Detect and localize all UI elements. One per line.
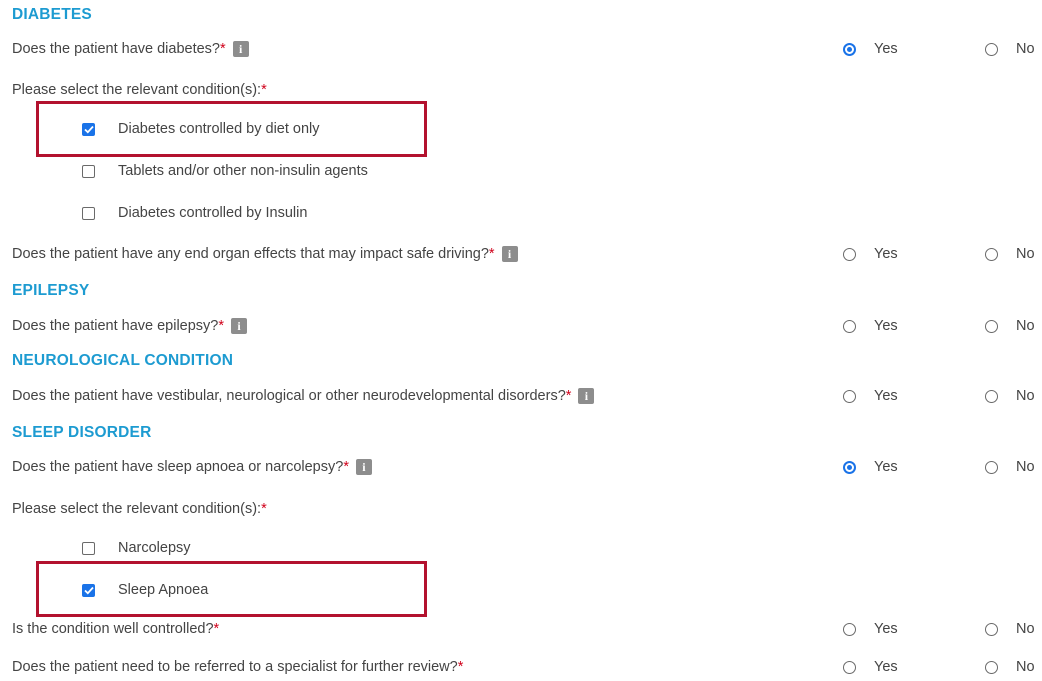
required-marker: * (213, 621, 220, 637)
required-marker: * (261, 82, 267, 98)
radio-diabetes-yes[interactable]: Yes (843, 41, 898, 57)
radio-label: Yes (874, 246, 898, 262)
radio-label: No (1016, 41, 1035, 57)
radio-referral-yes[interactable]: Yes (843, 659, 898, 675)
radio-label: No (1016, 246, 1035, 262)
radio-button[interactable] (985, 42, 998, 56)
question-has-diabetes: Does the patient have diabetes? * i (12, 41, 249, 57)
required-marker: * (343, 459, 349, 475)
select-label-text: Please select the relevant condition(s): (12, 501, 262, 517)
info-icon[interactable]: i (578, 388, 595, 404)
checkbox-narcolepsy[interactable]: Narcolepsy (82, 540, 191, 556)
radio-button[interactable] (985, 622, 998, 636)
question-neurological: Does the patient have vestibular, neurol… (12, 388, 595, 404)
info-icon[interactable]: i (232, 41, 249, 57)
radio-label: No (1016, 388, 1035, 404)
highlight-box-diet-only (36, 101, 427, 157)
select-label-text: Please select the relevant condition(s): (12, 82, 262, 98)
question-text: Does the patient have diabetes? (12, 41, 220, 57)
radio-sleep-yes[interactable]: Yes (843, 459, 898, 475)
radio-epilepsy-yes[interactable]: Yes (843, 318, 898, 334)
radio-button[interactable] (985, 460, 998, 474)
radio-controlled-no[interactable]: No (985, 621, 1035, 637)
radio-label: No (1016, 659, 1035, 675)
question-sleep-apnoea-narcolepsy: Does the patient have sleep apnoea or na… (12, 459, 372, 475)
question-text: Does the patient have vestibular, neurol… (12, 388, 566, 404)
section-title-epilepsy: EPILEPSY (12, 282, 90, 299)
required-marker: * (565, 388, 572, 404)
checkbox-label: Tablets and/or other non-insulin agents (118, 163, 368, 179)
radio-button[interactable] (985, 247, 998, 261)
radio-controlled-yes[interactable]: Yes (843, 621, 898, 637)
radio-button[interactable] (843, 660, 856, 674)
radio-referral-no[interactable]: No (985, 659, 1035, 675)
question-text: Does the patient have epilepsy? (12, 318, 219, 334)
checkbox-tablets[interactable]: Tablets and/or other non-insulin agents (82, 163, 368, 179)
section-title-sleep: SLEEP DISORDER (12, 424, 152, 441)
radio-button[interactable] (985, 319, 998, 333)
radio-label: Yes (874, 621, 898, 637)
question-text: Does the patient have any end organ effe… (12, 246, 489, 262)
required-marker: * (261, 501, 267, 517)
radio-label: No (1016, 318, 1035, 334)
section-title-diabetes: DIABETES (12, 6, 92, 23)
checkbox[interactable] (82, 164, 95, 178)
info-icon[interactable]: i (231, 318, 248, 334)
radio-end-organ-yes[interactable]: Yes (843, 246, 898, 262)
radio-label: No (1016, 621, 1035, 637)
question-text: Is the condition well controlled? (12, 621, 214, 637)
radio-label: No (1016, 459, 1035, 475)
section-title-neurological: NEUROLOGICAL CONDITION (12, 352, 234, 369)
radio-sleep-no[interactable]: No (985, 459, 1035, 475)
info-icon[interactable]: i (501, 246, 518, 262)
radio-end-organ-no[interactable]: No (985, 246, 1035, 262)
checkbox[interactable] (82, 206, 95, 220)
select-conditions-label-sleep: Please select the relevant condition(s):… (12, 501, 267, 517)
checkbox-label: Narcolepsy (118, 540, 191, 556)
radio-button[interactable] (985, 660, 998, 674)
radio-label: Yes (874, 318, 898, 334)
select-conditions-label-diabetes: Please select the relevant condition(s):… (12, 82, 267, 98)
required-marker: * (488, 246, 495, 262)
required-marker: * (219, 41, 226, 57)
question-well-controlled: Is the condition well controlled? * (12, 621, 219, 637)
radio-button[interactable] (843, 622, 856, 636)
radio-button[interactable] (843, 247, 856, 261)
question-text: Does the patient have sleep apnoea or na… (12, 459, 344, 475)
radio-button[interactable] (843, 389, 856, 403)
checkbox-label: Diabetes controlled by Insulin (118, 205, 308, 221)
radio-label: Yes (874, 388, 898, 404)
radio-label: Yes (874, 459, 898, 475)
radio-neuro-no[interactable]: No (985, 388, 1035, 404)
required-marker: * (457, 659, 464, 675)
question-specialist-referral: Does the patient need to be referred to … (12, 659, 463, 675)
highlight-box-sleep-apnoea (36, 561, 427, 617)
radio-diabetes-no[interactable]: No (985, 41, 1035, 57)
radio-neuro-yes[interactable]: Yes (843, 388, 898, 404)
info-icon[interactable]: i (355, 459, 372, 475)
radio-label: Yes (874, 41, 898, 57)
radio-button[interactable] (843, 42, 856, 56)
checkbox[interactable] (82, 541, 95, 555)
radio-label: Yes (874, 659, 898, 675)
question-end-organ-effects: Does the patient have any end organ effe… (12, 246, 518, 262)
radio-epilepsy-no[interactable]: No (985, 318, 1035, 334)
required-marker: * (218, 318, 225, 334)
radio-button[interactable] (843, 319, 856, 333)
radio-button[interactable] (843, 460, 856, 474)
question-text: Does the patient need to be referred to … (12, 659, 458, 675)
radio-button[interactable] (985, 389, 998, 403)
question-has-epilepsy: Does the patient have epilepsy? * i (12, 318, 248, 334)
checkbox-insulin[interactable]: Diabetes controlled by Insulin (82, 205, 307, 221)
